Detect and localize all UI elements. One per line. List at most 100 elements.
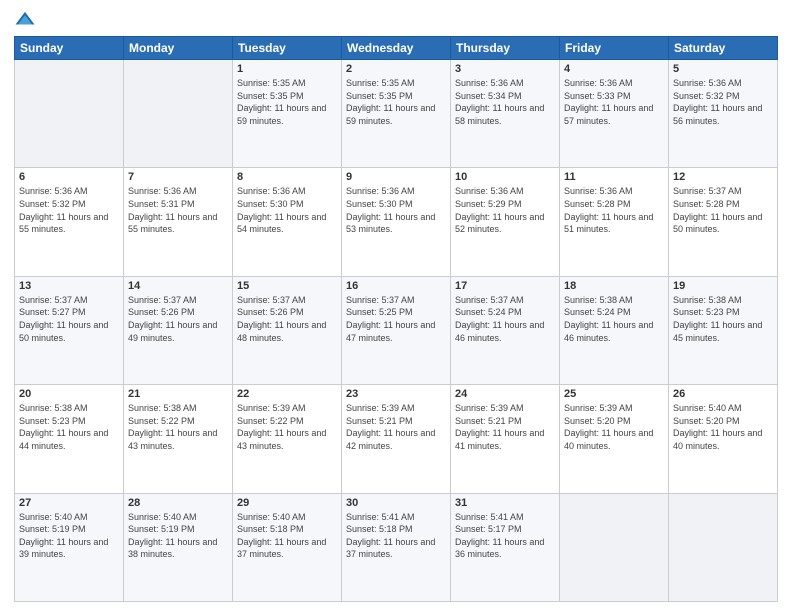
day-info: Sunrise: 5:36 AMSunset: 5:30 PMDaylight:… (237, 185, 337, 235)
weekday-header: Sunday (15, 37, 124, 60)
day-number: 8 (237, 171, 337, 183)
weekday-header: Saturday (669, 37, 778, 60)
day-number: 30 (346, 497, 446, 509)
day-number: 18 (564, 280, 664, 292)
calendar-cell: 5 Sunrise: 5:36 AMSunset: 5:32 PMDaylight… (669, 60, 778, 168)
day-number: 16 (346, 280, 446, 292)
calendar-cell: 13Sunrise: 5:37 AMSunset: 5:27 PMDayligh… (15, 276, 124, 384)
day-info: Sunrise: 5:39 AMSunset: 5:21 PMDaylight:… (346, 402, 446, 452)
day-number: 29 (237, 497, 337, 509)
day-info: Sunrise: 5:36 AMSunset: 5:31 PMDaylight:… (128, 185, 228, 235)
logo-icon (14, 10, 36, 28)
day-info: Sunrise: 5:41 AMSunset: 5:18 PMDaylight:… (346, 511, 446, 561)
calendar-week-row: 27 Sunrise: 5:40 AMSunset: 5:19 PMDayligh… (15, 493, 778, 601)
calendar-cell: 14 Sunrise: 5:37 AMSunset: 5:26 PMDayligh… (124, 276, 233, 384)
day-number: 23 (346, 388, 446, 400)
day-info: Sunrise: 5:38 AMSunset: 5:23 PMDaylight:… (673, 294, 773, 344)
calendar-cell: 18Sunrise: 5:38 AMSunset: 5:24 PMDayligh… (560, 276, 669, 384)
day-number: 26 (673, 388, 773, 400)
calendar-cell: 30 Sunrise: 5:41 AMSunset: 5:18 PMDayligh… (342, 493, 451, 601)
calendar-cell (15, 60, 124, 168)
page: SundayMondayTuesdayWednesdayThursdayFrid… (0, 0, 792, 612)
calendar-week-row: 6Sunrise: 5:36 AMSunset: 5:32 PMDaylight… (15, 168, 778, 276)
day-number: 28 (128, 497, 228, 509)
weekday-header: Tuesday (233, 37, 342, 60)
day-info: Sunrise: 5:36 AMSunset: 5:32 PMDaylight:… (19, 185, 119, 235)
day-number: 17 (455, 280, 555, 292)
day-number: 24 (455, 388, 555, 400)
day-number: 11 (564, 171, 664, 183)
day-number: 1 (237, 63, 337, 75)
weekday-header: Friday (560, 37, 669, 60)
day-number: 5 (673, 63, 773, 75)
calendar-cell: 31Sunrise: 5:41 AMSunset: 5:17 PMDayligh… (451, 493, 560, 601)
day-info: Sunrise: 5:36 AMSunset: 5:34 PMDaylight:… (455, 77, 555, 127)
day-number: 12 (673, 171, 773, 183)
calendar-cell: 27 Sunrise: 5:40 AMSunset: 5:19 PMDayligh… (15, 493, 124, 601)
calendar-cell: 11 Sunrise: 5:36 AMSunset: 5:28 PMDayligh… (560, 168, 669, 276)
day-info: Sunrise: 5:39 AMSunset: 5:20 PMDaylight:… (564, 402, 664, 452)
weekday-header-row: SundayMondayTuesdayWednesdayThursdayFrid… (15, 37, 778, 60)
calendar-cell: 6Sunrise: 5:36 AMSunset: 5:32 PMDaylight… (15, 168, 124, 276)
calendar-cell: 12 Sunrise: 5:37 AMSunset: 5:28 PMDayligh… (669, 168, 778, 276)
day-number: 14 (128, 280, 228, 292)
day-number: 7 (128, 171, 228, 183)
day-number: 21 (128, 388, 228, 400)
day-number: 15 (237, 280, 337, 292)
calendar-cell: 26 Sunrise: 5:40 AMSunset: 5:20 PMDayligh… (669, 385, 778, 493)
calendar-cell: 21 Sunrise: 5:38 AMSunset: 5:22 PMDayligh… (124, 385, 233, 493)
day-info: Sunrise: 5:38 AMSunset: 5:22 PMDaylight:… (128, 402, 228, 452)
calendar-cell: 25 Sunrise: 5:39 AMSunset: 5:20 PMDayligh… (560, 385, 669, 493)
calendar-cell: 17 Sunrise: 5:37 AMSunset: 5:24 PMDayligh… (451, 276, 560, 384)
calendar-cell: 2Sunrise: 5:35 AMSunset: 5:35 PMDaylight… (342, 60, 451, 168)
day-number: 10 (455, 171, 555, 183)
day-number: 20 (19, 388, 119, 400)
day-info: Sunrise: 5:39 AMSunset: 5:22 PMDaylight:… (237, 402, 337, 452)
day-info: Sunrise: 5:36 AMSunset: 5:28 PMDaylight:… (564, 185, 664, 235)
weekday-header: Monday (124, 37, 233, 60)
day-number: 9 (346, 171, 446, 183)
calendar-cell: 20 Sunrise: 5:38 AMSunset: 5:23 PMDayligh… (15, 385, 124, 493)
day-info: Sunrise: 5:36 AMSunset: 5:30 PMDaylight:… (346, 185, 446, 235)
day-info: Sunrise: 5:37 AMSunset: 5:28 PMDaylight:… (673, 185, 773, 235)
day-info: Sunrise: 5:38 AMSunset: 5:23 PMDaylight:… (19, 402, 119, 452)
calendar-week-row: 20 Sunrise: 5:38 AMSunset: 5:23 PMDayligh… (15, 385, 778, 493)
calendar-cell: 29 Sunrise: 5:40 AMSunset: 5:18 PMDayligh… (233, 493, 342, 601)
calendar-cell: 3 Sunrise: 5:36 AMSunset: 5:34 PMDaylight… (451, 60, 560, 168)
day-info: Sunrise: 5:36 AMSunset: 5:29 PMDaylight:… (455, 185, 555, 235)
day-number: 19 (673, 280, 773, 292)
logo-text (14, 10, 40, 28)
day-info: Sunrise: 5:37 AMSunset: 5:25 PMDaylight:… (346, 294, 446, 344)
weekday-header: Wednesday (342, 37, 451, 60)
day-info: Sunrise: 5:37 AMSunset: 5:26 PMDaylight:… (128, 294, 228, 344)
day-number: 22 (237, 388, 337, 400)
calendar-cell: 7 Sunrise: 5:36 AMSunset: 5:31 PMDaylight… (124, 168, 233, 276)
calendar-cell: 16 Sunrise: 5:37 AMSunset: 5:25 PMDayligh… (342, 276, 451, 384)
day-number: 4 (564, 63, 664, 75)
day-number: 25 (564, 388, 664, 400)
day-info: Sunrise: 5:40 AMSunset: 5:19 PMDaylight:… (19, 511, 119, 561)
day-info: Sunrise: 5:36 AMSunset: 5:33 PMDaylight:… (564, 77, 664, 127)
day-info: Sunrise: 5:36 AMSunset: 5:32 PMDaylight:… (673, 77, 773, 127)
calendar-cell: 22 Sunrise: 5:39 AMSunset: 5:22 PMDayligh… (233, 385, 342, 493)
header (14, 10, 778, 28)
day-info: Sunrise: 5:40 AMSunset: 5:20 PMDaylight:… (673, 402, 773, 452)
day-number: 31 (455, 497, 555, 509)
day-info: Sunrise: 5:37 AMSunset: 5:24 PMDaylight:… (455, 294, 555, 344)
calendar-cell: 23 Sunrise: 5:39 AMSunset: 5:21 PMDayligh… (342, 385, 451, 493)
calendar-cell: 8 Sunrise: 5:36 AMSunset: 5:30 PMDaylight… (233, 168, 342, 276)
calendar: SundayMondayTuesdayWednesdayThursdayFrid… (14, 36, 778, 602)
day-number: 3 (455, 63, 555, 75)
day-info: Sunrise: 5:40 AMSunset: 5:18 PMDaylight:… (237, 511, 337, 561)
day-info: Sunrise: 5:37 AMSunset: 5:27 PMDaylight:… (19, 294, 119, 344)
calendar-cell (124, 60, 233, 168)
day-number: 2 (346, 63, 446, 75)
calendar-cell: 24Sunrise: 5:39 AMSunset: 5:21 PMDayligh… (451, 385, 560, 493)
calendar-cell: 28Sunrise: 5:40 AMSunset: 5:19 PMDayligh… (124, 493, 233, 601)
calendar-cell (560, 493, 669, 601)
day-number: 27 (19, 497, 119, 509)
calendar-cell (669, 493, 778, 601)
calendar-cell: 19 Sunrise: 5:38 AMSunset: 5:23 PMDayligh… (669, 276, 778, 384)
day-info: Sunrise: 5:37 AMSunset: 5:26 PMDaylight:… (237, 294, 337, 344)
calendar-body: 1Sunrise: 5:35 AMSunset: 5:35 PMDaylight… (15, 60, 778, 602)
